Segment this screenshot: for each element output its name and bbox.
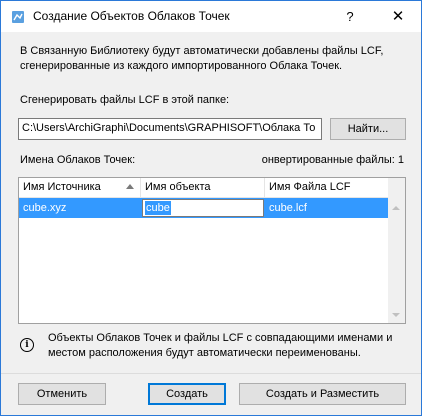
cancel-button[interactable]: Отменить [18,383,106,405]
title-bar: Создание Объектов Облаков Точек ? ✕ [1,1,421,32]
object-name-value: cube [145,201,171,215]
table-scrollbar[interactable] [388,178,405,323]
column-header-object[interactable]: Имя объекта [141,178,265,197]
table-row[interactable]: cube.xyz cube cube.lcf [19,198,389,218]
sort-ascending-icon [126,184,134,189]
create-button[interactable]: Создать [148,383,226,405]
column-header-object-label: Имя объекта [145,181,211,193]
column-header-source-label: Имя Источника [23,181,101,193]
help-button[interactable]: ? [339,7,361,27]
column-header-source[interactable]: Имя Источника [19,178,141,197]
point-cloud-app-icon [12,11,24,23]
info-icon: i [20,338,34,352]
object-name-input[interactable]: cube [142,199,264,217]
table-header: Имя Источника Имя объекта Имя Файла LCF [19,178,389,198]
folder-label: Сгенерировать файлы LCF в этой папке: [20,94,230,106]
scroll-down-icon[interactable] [392,313,400,317]
description-text: В Связанную Библиотеку будут автоматичес… [20,45,384,72]
info-text: Объекты Облаков Точек и файлы LCF с совп… [48,332,393,359]
cell-source: cube.xyz [23,202,67,214]
scroll-up-icon[interactable] [392,206,400,210]
point-cloud-table: Имя Источника Имя объекта Имя Файла LCF … [18,177,406,324]
dialog-window: Создание Объектов Облаков Точек ? ✕ В Св… [0,0,422,416]
create-and-place-button[interactable]: Создать и Разместить [239,383,406,405]
window-title: Создание Объектов Облаков Точек [33,9,230,23]
footer-divider [1,373,421,374]
folder-path-field[interactable]: C:\Users\ArchiGraphi\Documents\GRAPHISOF… [18,118,322,140]
converted-files-label: онвертированные файлы: 1 [261,154,404,166]
column-header-lcf[interactable]: Имя Файла LCF [265,178,389,197]
find-button[interactable]: Найти... [330,118,406,140]
point-cloud-names-label: Имена Облаков Точек: [20,154,136,166]
close-button[interactable]: ✕ [387,7,409,27]
cell-lcf: cube.lcf [269,202,307,214]
column-header-lcf-label: Имя Файла LCF [269,181,351,193]
